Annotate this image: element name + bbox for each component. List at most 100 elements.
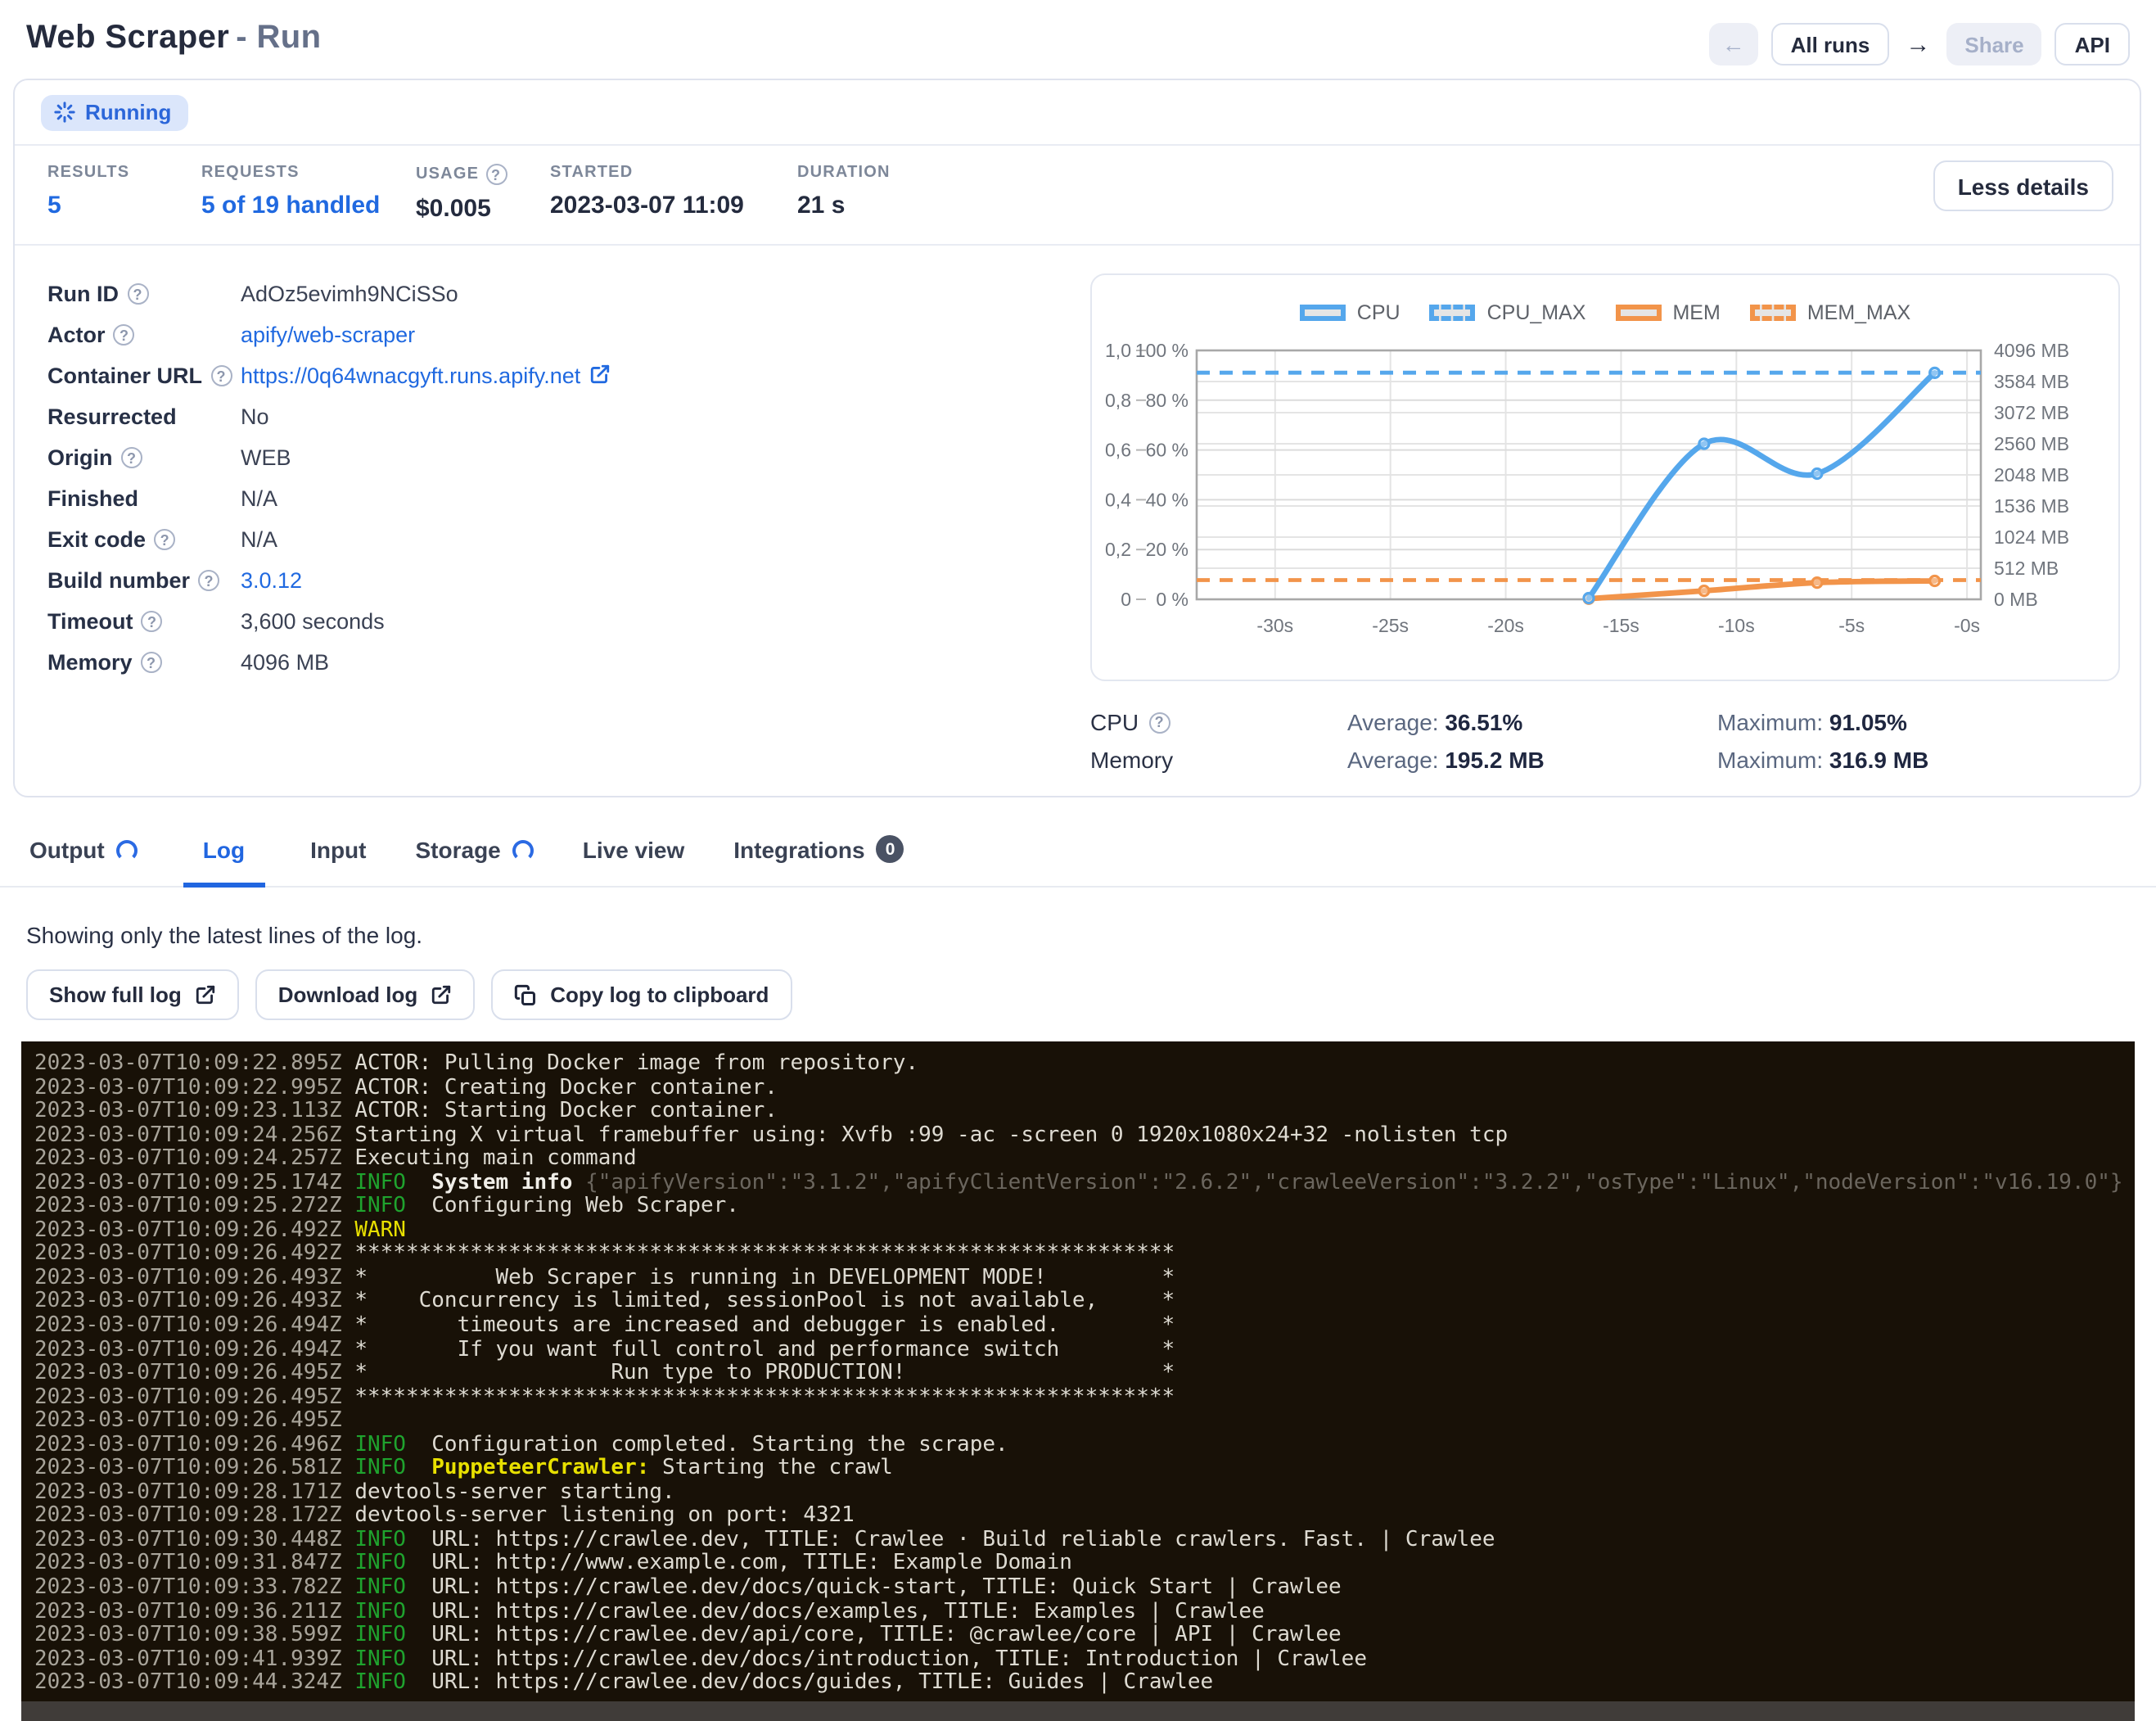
log-line: 2023-03-07T10:09:26.493Z * Web Scraper i… [34,1267,2122,1291]
log-text: ACTOR: Pulling Docker image from reposit… [342,1051,918,1076]
next-run-button[interactable]: → [1902,23,1933,65]
property-value[interactable]: https://0q64wnacgyft.runs.apify.net [241,363,964,389]
help-icon[interactable]: ? [1148,711,1170,733]
details-section: Run ID? AdOz5evimh9NCiSSoActor?apify/web-… [15,246,2140,796]
property-label-text: Container URL [47,364,202,388]
status-row: Running [15,80,2140,146]
log-text: * If you want full control and performan… [342,1337,1175,1362]
property-value: AdOz5evimh9NCiSSo [241,282,964,306]
usage-average: Average: 36.51% [1347,709,1717,735]
property-label: Actor? [47,323,241,347]
help-icon[interactable]: ? [154,529,175,550]
tab-input[interactable]: Input [307,833,369,888]
svg-text:4096 MB: 4096 MB [1994,340,2069,361]
property-label-text: Memory [47,650,133,675]
status-label: Running [85,100,171,124]
help-icon[interactable]: ? [121,447,142,468]
log-text: URL: https://crawlee.dev/docs/introducti… [406,1646,1367,1671]
show-full-log-button[interactable]: Show full log [26,969,239,1020]
tab-storage[interactable]: Storage [413,833,537,888]
log-text: INFO [342,1599,406,1624]
property-value-text: apify/web-scraper [241,323,415,347]
svg-text:-25s: -25s [1372,615,1409,636]
log-notice: Showing only the latest lines of the log… [0,888,2156,948]
tab-count-badge: 0 [877,835,904,863]
log-text: URL: https://crawlee.dev/docs/quick-star… [406,1575,1342,1600]
previous-run-button[interactable]: ← [1709,23,1758,65]
log-line: 2023-03-07T10:09:33.782Z INFO URL: https… [34,1577,2122,1601]
property-value-text: WEB [241,445,291,470]
help-icon[interactable]: ? [210,365,232,386]
svg-text:100 %: 100 % [1135,340,1189,361]
log-text: ACTOR: Starting Docker container. [342,1099,778,1123]
all-runs-button[interactable]: All runs [1771,23,1890,65]
stat-usage: USAGE?$0.005 [416,164,550,223]
tab-output[interactable]: Output [26,833,141,888]
average-label: Average: [1347,747,1439,773]
help-icon[interactable]: ? [485,164,507,185]
log-line: 2023-03-07T10:09:24.257Z Executing main … [34,1148,2122,1172]
copy-log-to-clipboard-button[interactable]: Copy log to clipboard [491,969,792,1020]
property-value[interactable]: apify/web-scraper [241,323,964,347]
svg-text:-0s: -0s [1954,615,1980,636]
tab-label: Log [203,837,245,863]
tab-label: Input [310,837,366,863]
run-page: Web Scraper- Run ← All runs → Share API [0,0,2156,1721]
log-timestamp: 2023-03-07T10:09:22.895Z [34,1051,342,1076]
log-timestamp: 2023-03-07T10:09:44.324Z [34,1670,342,1695]
log-text: INFO [342,1623,406,1647]
log-timestamp: 2023-03-07T10:09:26.495Z [34,1408,342,1433]
maximum-value: 91.05% [1829,709,1907,735]
help-icon[interactable]: ? [141,652,162,673]
help-icon[interactable]: ? [114,324,135,346]
svg-text:60 %: 60 % [1146,440,1189,461]
download-log-button[interactable]: Download log [255,969,475,1020]
average-label: Average: [1347,709,1439,735]
log-line: 2023-03-07T10:09:36.211Z INFO URL: https… [34,1601,2122,1624]
stat-value: 21 s [797,192,961,219]
button-label: Show full log [49,982,182,1007]
property-value: 4096 MB [241,650,964,675]
stat-label: REQUESTS [201,164,416,182]
svg-text:1536 MB: 1536 MB [1994,495,2069,517]
log-timestamp: 2023-03-07T10:09:23.113Z [34,1099,342,1123]
maximum-value: 316.9 MB [1829,747,1928,773]
log-timestamp: 2023-03-07T10:09:38.599Z [34,1623,342,1647]
log-timestamp: 2023-03-07T10:09:28.171Z [34,1480,342,1505]
svg-text:3072 MB: 3072 MB [1994,402,2069,423]
average-value: 36.51% [1445,709,1522,735]
log-horizontal-scrollbar[interactable] [21,1701,2135,1721]
log-line: 2023-03-07T10:09:26.495Z ***************… [34,1386,2122,1410]
property-value-text: AdOz5evimh9NCiSSo [241,282,458,306]
svg-text:-20s: -20s [1487,615,1524,636]
property-label-text: Run ID [47,282,119,306]
stat-value[interactable]: 5 [47,192,201,219]
property-value[interactable]: 3.0.12 [241,568,964,593]
tab-label: Storage [416,837,501,863]
log-timestamp: 2023-03-07T10:09:25.174Z [34,1170,342,1195]
tab-live-view[interactable]: Live view [580,833,688,888]
external-link-icon [431,984,452,1005]
less-details-button[interactable]: Less details [1933,160,2113,211]
stat-label-text: RESULTS [47,164,129,182]
stat-value[interactable]: 5 of 19 handled [201,192,416,219]
log-line: 2023-03-07T10:09:23.113Z ACTOR: Starting… [34,1100,2122,1124]
tab-integrations[interactable]: Integrations0 [730,832,907,888]
help-icon[interactable]: ? [198,570,219,591]
api-button[interactable]: API [2055,23,2130,65]
help-icon[interactable]: ? [127,283,148,305]
stat-label-text: USAGE [416,165,479,183]
tab-log[interactable]: Log [183,833,264,888]
run-stats-row: RESULTS 5REQUESTS 5 of 19 handledUSAGE?$0.… [15,146,2140,246]
legend-label: MEM [1672,301,1720,324]
help-icon[interactable]: ? [142,611,163,632]
log-timestamp: 2023-03-07T10:09:26.492Z [34,1218,342,1243]
property-value-text: https://0q64wnacgyft.runs.apify.net [241,363,580,387]
page-title: Web Scraper- Run [26,20,321,57]
share-button[interactable]: Share [1946,23,2041,65]
maximum-label: Maximum: [1717,747,1823,773]
log-timestamp: 2023-03-07T10:09:31.847Z [34,1552,342,1576]
page-header: Web Scraper- Run ← All runs → Share API [0,0,2156,79]
log-text: * Run type to PRODUCTION! * [342,1361,1175,1385]
log-timestamp: 2023-03-07T10:09:36.211Z [34,1599,342,1624]
